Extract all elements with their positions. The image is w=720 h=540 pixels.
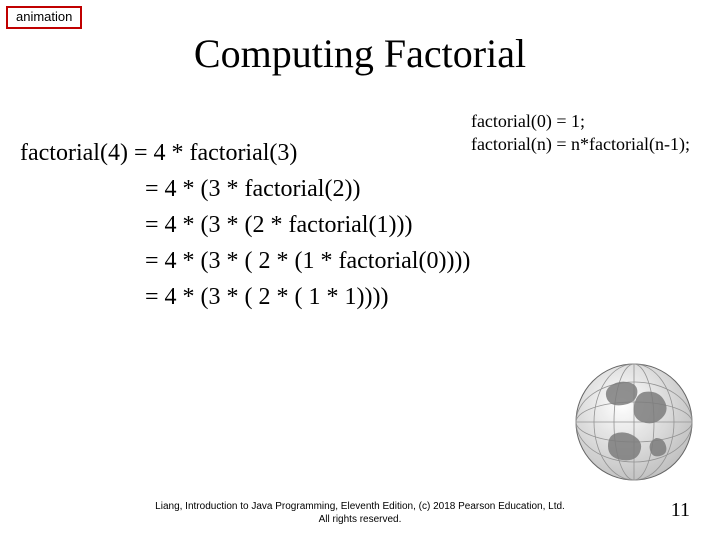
slide-title: Computing Factorial bbox=[0, 30, 720, 77]
expansion-rhs-2: = 4 * (3 * (2 * factorial(1))) bbox=[145, 212, 412, 238]
footer-line-2: All rights reserved. bbox=[0, 514, 720, 527]
expansion-row-0: factorial(4) = 4 * factorial(3) bbox=[20, 135, 470, 171]
animation-badge: animation bbox=[6, 6, 82, 29]
definition-line-1: factorial(0) = 1; bbox=[471, 110, 690, 133]
expansion-rhs-4: = 4 * (3 * ( 2 * ( 1 * 1)))) bbox=[145, 284, 388, 310]
expansion-rhs-1: = 4 * (3 * factorial(2)) bbox=[145, 176, 360, 202]
definition-block: factorial(0) = 1; factorial(n) = n*facto… bbox=[471, 110, 690, 155]
expansion-lhs: factorial(4) bbox=[20, 140, 134, 166]
definition-line-2: factorial(n) = n*factorial(n-1); bbox=[471, 133, 690, 156]
expansion-row-1: = 4 * (3 * factorial(2)) bbox=[20, 171, 470, 207]
globe-icon bbox=[564, 352, 704, 492]
footer: Liang, Introduction to Java Programming,… bbox=[0, 501, 720, 526]
page-number: 11 bbox=[671, 499, 690, 522]
expansion-rhs-3: = 4 * (3 * ( 2 * (1 * factorial(0)))) bbox=[145, 248, 470, 274]
animation-badge-label: animation bbox=[16, 9, 72, 24]
expansion-row-4: = 4 * (3 * ( 2 * ( 1 * 1)))) bbox=[20, 279, 470, 315]
expansion-block: factorial(4) = 4 * factorial(3) = 4 * (3… bbox=[20, 135, 470, 315]
expansion-rhs-0: = 4 * factorial(3) bbox=[134, 140, 297, 166]
expansion-row-3: = 4 * (3 * ( 2 * (1 * factorial(0)))) bbox=[20, 243, 470, 279]
footer-line-1: Liang, Introduction to Java Programming,… bbox=[0, 501, 720, 514]
expansion-row-2: = 4 * (3 * (2 * factorial(1))) bbox=[20, 207, 470, 243]
